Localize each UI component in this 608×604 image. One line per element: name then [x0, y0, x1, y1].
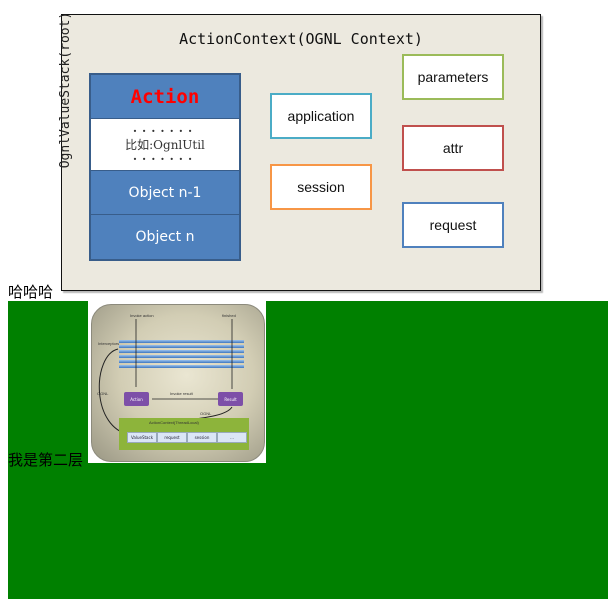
- session-box: session: [270, 164, 372, 210]
- stack-cell-util: ······· 比如:OgnlUtil ·······: [91, 119, 239, 171]
- diagram-title: ActionContext(OGNL Context): [179, 30, 423, 48]
- dots-top: ·······: [132, 123, 198, 138]
- action-context-threadlocal: ActionContext(ThreadLocal) ValueStack re…: [119, 418, 249, 450]
- stack-cell-object-n: Object n: [135, 229, 195, 245]
- result-node: Result: [218, 392, 243, 406]
- attr-box: attr: [402, 125, 504, 171]
- slot-request: request: [157, 432, 187, 443]
- ognl-left-label: OGNL: [97, 391, 109, 396]
- context-title: ActionContext(ThreadLocal): [149, 420, 199, 425]
- stack-cell-action: Action: [91, 75, 239, 119]
- ognl-right-label: OGNL: [200, 411, 212, 416]
- request-box: request: [402, 202, 504, 248]
- application-box: application: [270, 93, 372, 139]
- hahaha-text: 哈哈哈: [8, 283, 54, 301]
- parameters-box: parameters: [402, 54, 504, 100]
- action-node: Action: [124, 392, 149, 406]
- value-stack-label: OgnlValueStack(root): [58, 11, 73, 169]
- invoke-result-label: Invoke result: [170, 391, 193, 396]
- slot-session: session: [187, 432, 217, 443]
- flow-image-panel: Invoke action finished Interceptors OGNL…: [91, 304, 265, 462]
- dots-bottom: ·······: [132, 151, 198, 166]
- util-text: 比如:OgnlUtil: [125, 137, 205, 152]
- layer-two-label: 我是第二层: [8, 451, 84, 469]
- stack-cell-object-n-1: Object n-1: [91, 171, 239, 215]
- slot-more: ...: [217, 432, 247, 443]
- struts-flow-image: Invoke action finished Interceptors OGNL…: [88, 301, 266, 463]
- action-context-diagram: ActionContext(OGNL Context) OgnlValueSta…: [58, 12, 541, 291]
- value-stack: Action ······· 比如:OgnlUtil ······· Objec…: [89, 73, 241, 261]
- slot-valuestack: ValueStack: [127, 432, 157, 443]
